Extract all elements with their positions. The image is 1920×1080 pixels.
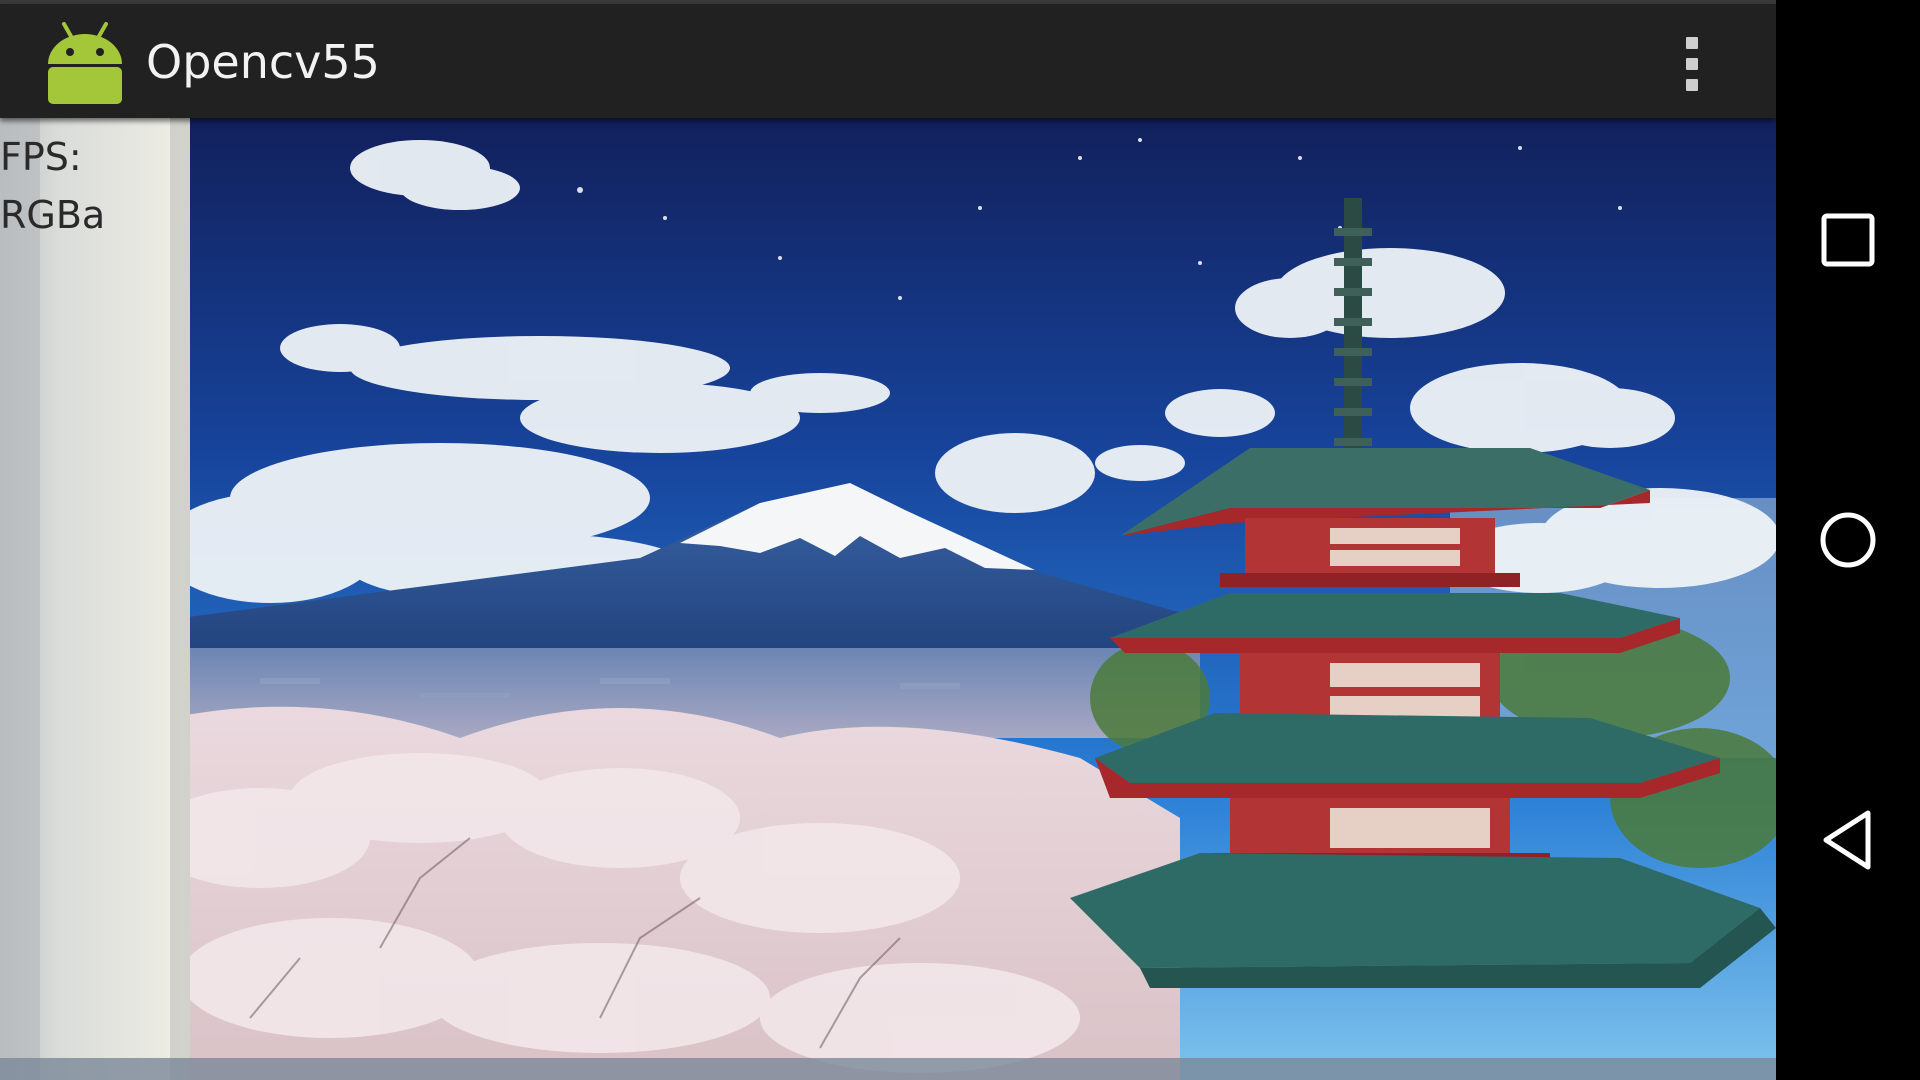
app-title: Opencv55 xyxy=(146,35,380,89)
app-window: Opencv55 FPS: RGBa xyxy=(0,0,1776,1080)
fps-label: FPS: xyxy=(0,135,82,179)
android-robot-icon xyxy=(42,18,128,104)
more-vert-icon[interactable] xyxy=(1668,24,1716,104)
camera-preview[interactable]: FPS: RGBa xyxy=(0,118,1776,1080)
navigation-bar xyxy=(1776,0,1920,1080)
menu-dot xyxy=(1686,58,1698,70)
menu-dot xyxy=(1686,37,1698,49)
circle-icon[interactable] xyxy=(1803,495,1893,585)
camera-overlay: FPS: RGBa xyxy=(0,128,105,244)
camera-frame-image xyxy=(0,118,1776,1080)
action-bar: Opencv55 xyxy=(0,4,1776,118)
square-icon[interactable] xyxy=(1803,195,1893,285)
menu-dot xyxy=(1686,79,1698,91)
color-mode-label: RGBa xyxy=(0,193,106,237)
triangle-back-icon[interactable] xyxy=(1803,795,1893,885)
